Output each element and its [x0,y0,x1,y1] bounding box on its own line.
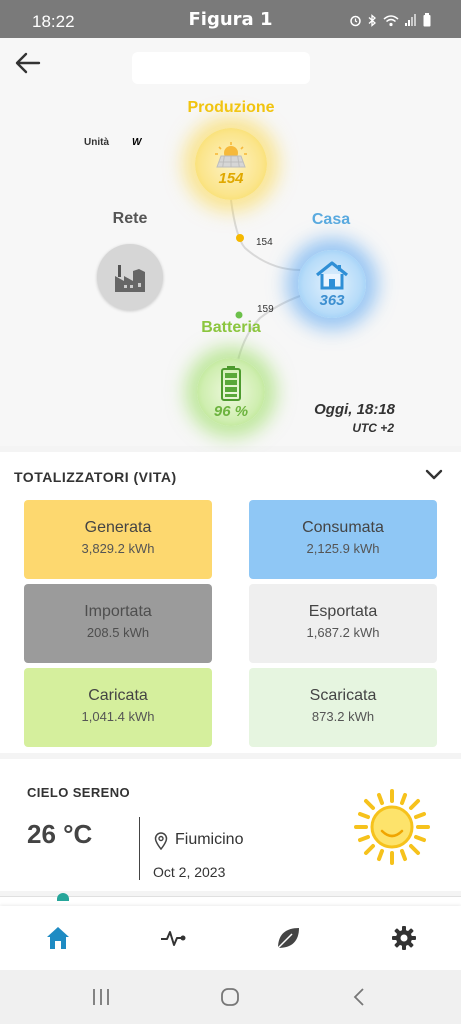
tile-value: 873.2 kWh [311,709,375,724]
tile-value: 208.5 kWh [86,625,150,640]
factory-icon [115,265,145,292]
nav-settings[interactable] [390,924,418,952]
recent-apps-icon [93,989,109,1005]
tile-value: 1,687.2 kWh [306,625,380,640]
bluetooth-icon [368,13,377,29]
tile-label: Scaricata [309,687,377,704]
tile-label: Esportata [308,603,378,620]
activity-icon [161,931,186,946]
tile-consumata[interactable]: Consumata 2,125.9 kWh [249,500,437,579]
tile-label: Generata [84,519,152,536]
produzione-label: Produzione [187,99,275,116]
tile-scaricata[interactable]: Scaricata 873.2 kWh [249,668,437,747]
casa-node[interactable]: 363 [298,250,366,318]
solar-panel-icon [215,141,247,167]
tile-value: 1,041.4 kWh [81,709,155,724]
energy-flow-panel: Unità W Produzione Rete Casa Batteria 15… [0,38,461,446]
status-icons [349,13,431,29]
timezone: UTC +2 [352,421,394,435]
house-icon [316,260,348,289]
location-pin-icon [154,832,168,850]
back-chevron-icon [353,988,364,1006]
nav-home[interactable] [44,924,72,952]
battery-level-icon [221,365,241,401]
nav-activity[interactable] [159,924,187,952]
tile-value: 3,829.2 kWh [81,541,155,556]
battery-icon [423,13,431,29]
casa-value: 363 [319,291,345,309]
weather-temperature: 26 °C [27,819,93,849]
flow-dot-production [236,234,244,242]
tile-importata[interactable]: Importata 208.5 kWh [24,584,212,663]
chevron-down-icon [425,469,443,480]
tile-label: Consumata [302,519,384,536]
tile-generata[interactable]: Generata 3,829.2 kWh [24,500,212,579]
home-circle-icon [221,988,239,1006]
totalizers-title: TOTALIZZATORI (VITA) [14,469,177,485]
signal-icon [405,13,417,29]
weather-date: Oct 2, 2023 [153,864,226,880]
sun-icon [354,789,430,865]
weather-divider [139,817,140,880]
weather-card[interactable]: CIELO SERENO 26 °C Fiumicino Oct 2, 2023 [0,759,461,891]
produzione-value: 154 [218,169,244,187]
flow-production-to-home: 154 [256,237,273,248]
wifi-icon [383,14,399,29]
tile-label: Importata [84,603,152,620]
status-bar: 18:22 Figura 1 [0,0,461,38]
weather-condition: CIELO SERENO [27,785,131,800]
system-back-button[interactable] [348,986,372,1008]
bottom-nav [0,906,461,970]
batteria-node[interactable]: 96 % [197,358,265,426]
tile-label: Caricata [88,687,148,704]
batteria-label: Batteria [201,319,261,336]
tile-caricata[interactable]: Caricata 1,041.4 kWh [24,668,212,747]
collapse-button[interactable] [424,466,444,482]
recent-apps-button[interactable] [89,986,113,1008]
tile-value: 2,125.9 kWh [306,541,380,556]
home-icon [47,927,69,949]
produzione-node[interactable]: 154 [195,128,267,200]
flow-dot-battery [235,311,243,319]
rete-node[interactable] [97,244,163,310]
page-indicator [57,893,69,901]
rete-label: Rete [112,210,148,227]
system-home-button[interactable] [218,986,242,1008]
system-nav-bar [0,970,461,1024]
scroll-strip [0,893,461,906]
casa-label: Casa [311,211,351,228]
flow-battery-to-home: 159 [257,304,274,315]
leaf-icon [277,928,299,949]
totalizers-section: TOTALIZZATORI (VITA) Generata 3,829.2 kW… [0,452,461,753]
batteria-value: 96 % [213,402,249,420]
gear-icon [392,926,416,950]
nav-eco[interactable] [274,924,302,952]
tile-esportata[interactable]: Esportata 1,687.2 kWh [249,584,437,663]
last-update-time: Oggi, 18:18 [314,401,395,418]
alarm-icon [349,14,362,29]
weather-location: Fiumicino [175,831,244,848]
